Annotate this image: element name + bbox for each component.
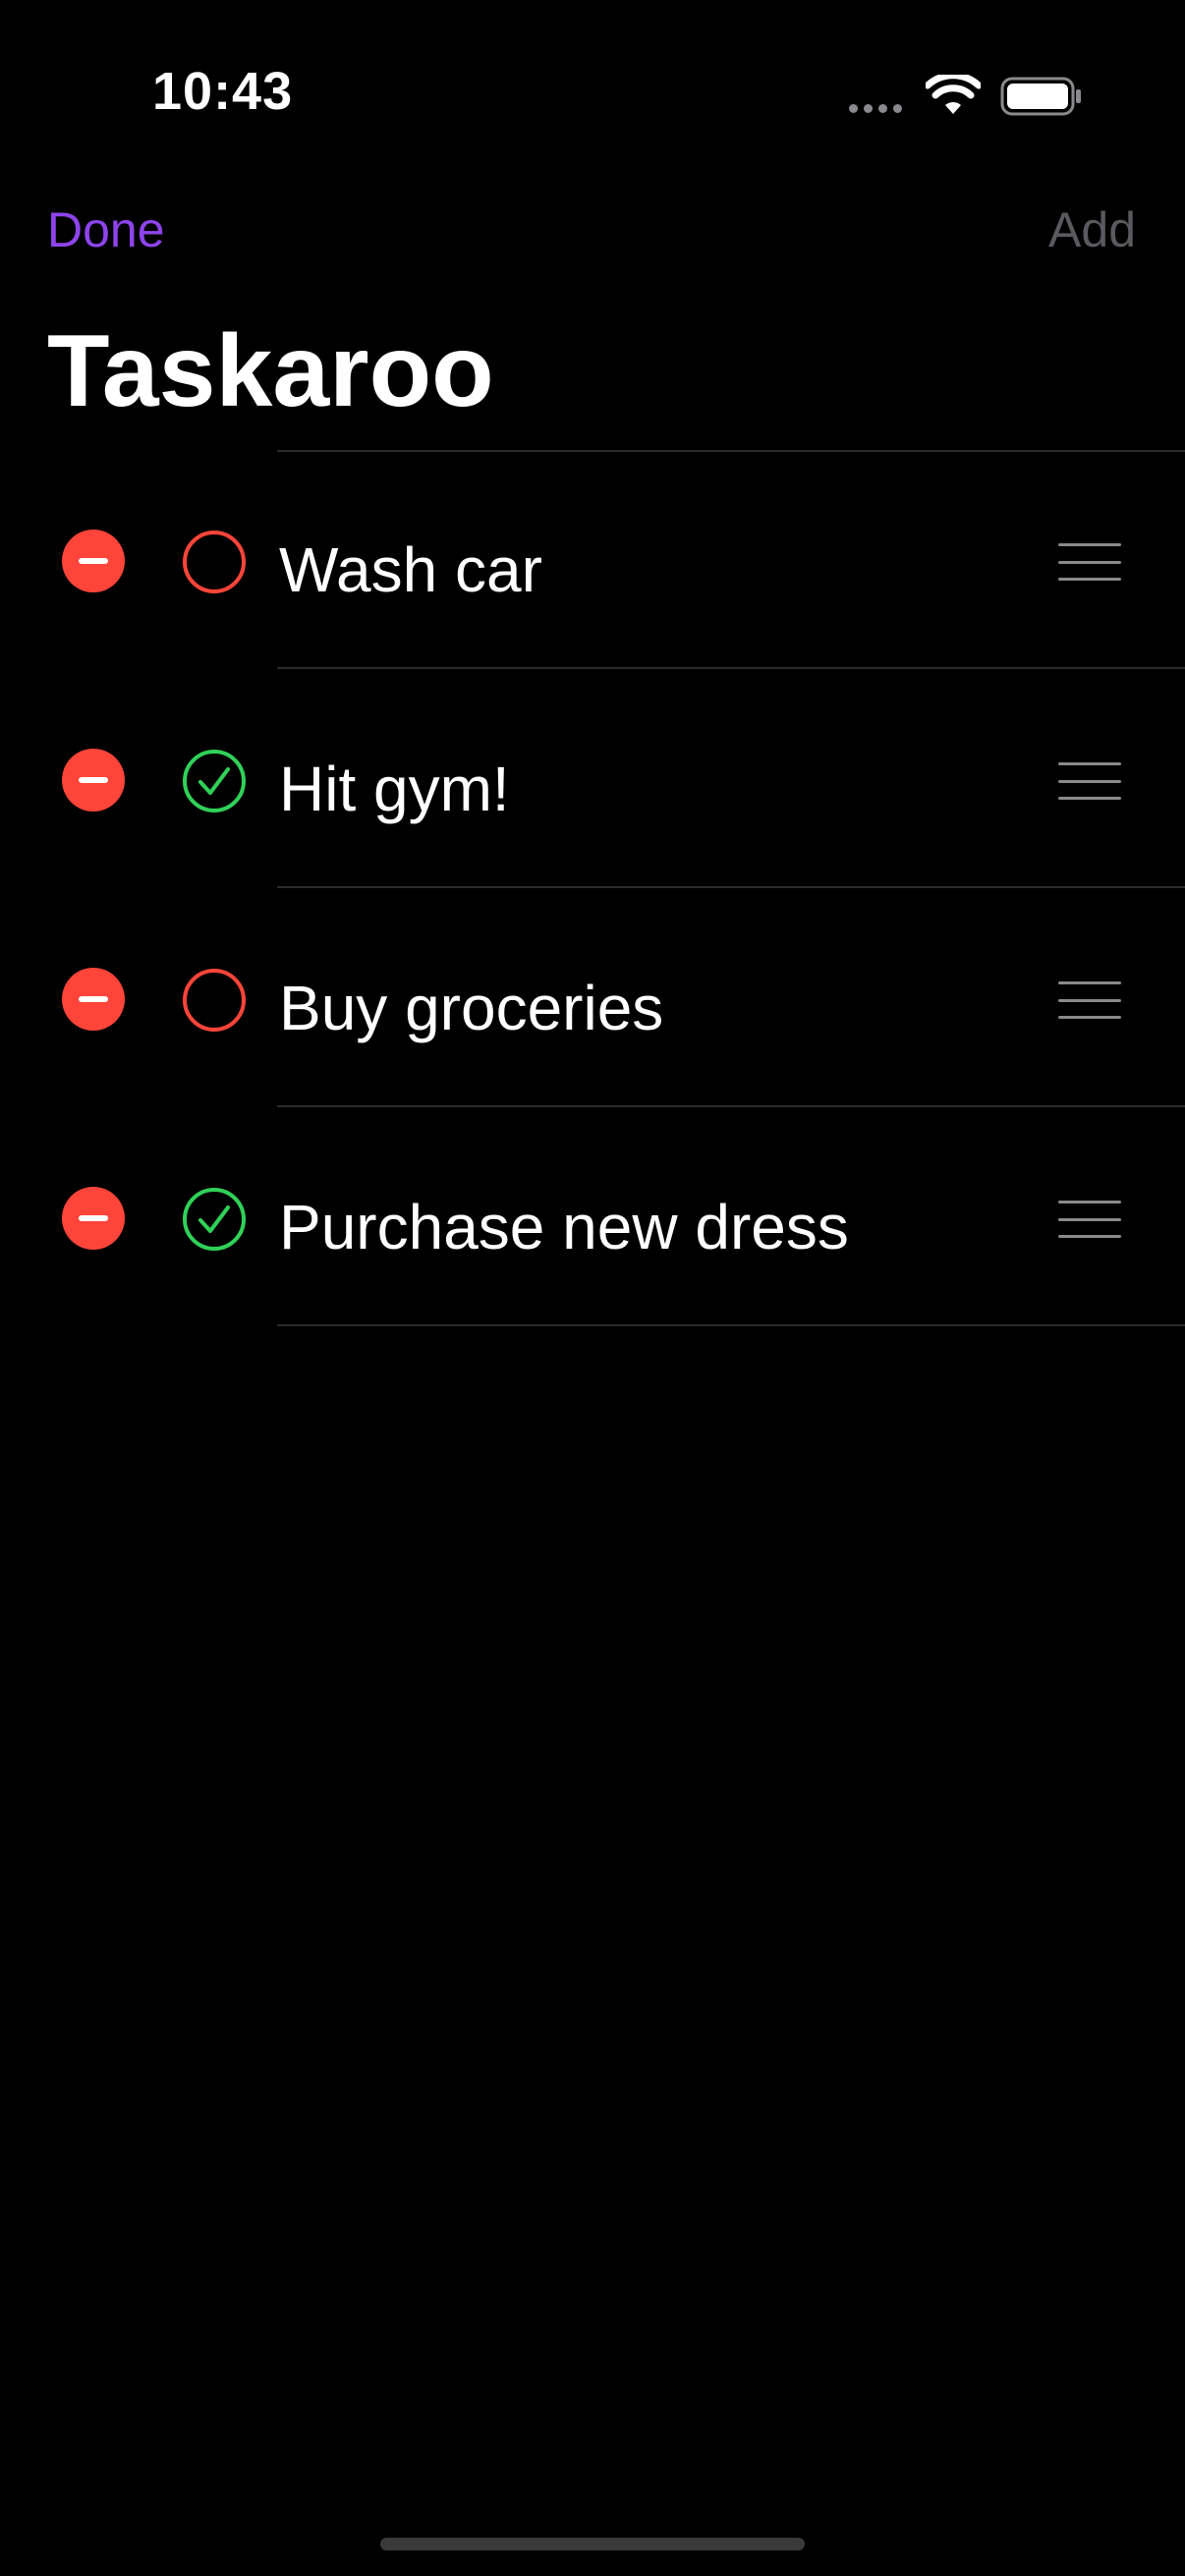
page-title: Taskaroo bbox=[47, 314, 494, 428]
task-label: Purchase new dress bbox=[279, 1192, 849, 1262]
home-indicator bbox=[380, 2538, 805, 2550]
done-button[interactable]: Done bbox=[47, 201, 165, 258]
task-row[interactable]: Buy groceries bbox=[0, 888, 1185, 1107]
task-label: Wash car bbox=[279, 534, 542, 605]
reorder-handle-icon[interactable] bbox=[1058, 1201, 1121, 1238]
task-row[interactable]: Hit gym! bbox=[0, 669, 1185, 888]
minus-icon bbox=[79, 777, 108, 783]
delete-button[interactable] bbox=[62, 530, 125, 592]
task-list: Wash car Hit gym! Buy groceries Purchase ne… bbox=[0, 450, 1185, 1326]
empty-circle-icon[interactable] bbox=[181, 529, 248, 595]
list-separator bbox=[277, 1324, 1185, 1326]
add-button[interactable]: Add bbox=[1048, 201, 1136, 258]
empty-circle-icon[interactable] bbox=[181, 967, 248, 1034]
task-row[interactable]: Wash car bbox=[0, 450, 1185, 669]
minus-icon bbox=[79, 1215, 108, 1221]
delete-button[interactable] bbox=[62, 968, 125, 1031]
reorder-handle-icon[interactable] bbox=[1058, 981, 1121, 1019]
minus-icon bbox=[79, 558, 108, 564]
status-time: 10:43 bbox=[152, 62, 294, 121]
reorder-handle-icon[interactable] bbox=[1058, 543, 1121, 581]
battery-icon bbox=[1000, 77, 1081, 116]
signal-dots-icon bbox=[849, 104, 902, 113]
checkmark-circle-icon[interactable] bbox=[181, 1186, 248, 1253]
reorder-handle-icon[interactable] bbox=[1058, 762, 1121, 800]
wifi-icon bbox=[926, 75, 981, 114]
task-row[interactable]: Purchase new dress bbox=[0, 1107, 1185, 1326]
delete-button[interactable] bbox=[62, 1187, 125, 1250]
task-label: Hit gym! bbox=[279, 754, 510, 824]
minus-icon bbox=[79, 996, 108, 1002]
delete-button[interactable] bbox=[62, 749, 125, 812]
task-label: Buy groceries bbox=[279, 973, 664, 1043]
checkmark-circle-icon[interactable] bbox=[181, 748, 248, 814]
